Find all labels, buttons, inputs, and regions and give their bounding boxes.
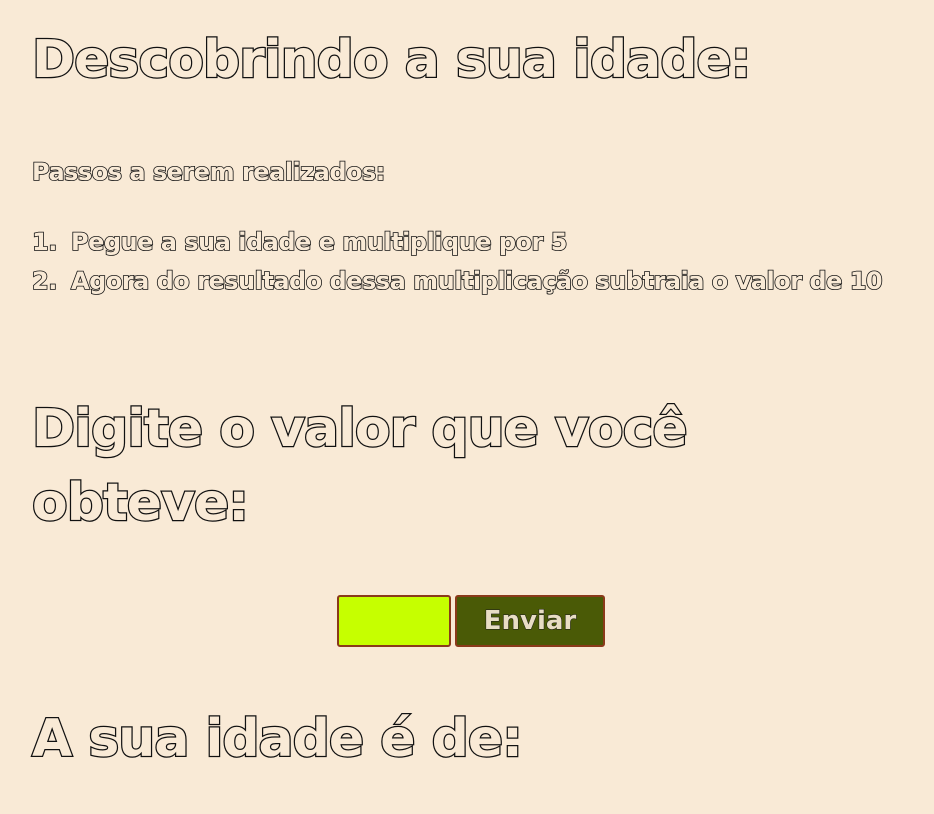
step-text: Agora do resultado dessa multiplicação s…: [70, 266, 883, 296]
steps-list: 1. Pegue a sua idade e multiplique por 5…: [31, 223, 932, 301]
step-text: Pegue a sua idade e multiplique por 5: [70, 227, 568, 257]
value-form: Enviar: [337, 595, 605, 647]
step-number: 1.: [31, 227, 58, 257]
result-heading: A sua idade é de:: [31, 708, 524, 771]
prompt-heading: Digite o valor que você obteve:: [31, 398, 689, 535]
steps-heading: Passos a serem realizados:: [31, 157, 386, 187]
step-item: 2. Agora do resultado dessa multiplicaçã…: [31, 262, 932, 301]
step-item: 1. Pegue a sua idade e multiplique por 5: [31, 223, 932, 262]
step-number: 2.: [31, 266, 58, 296]
value-input[interactable]: [337, 595, 451, 647]
send-button[interactable]: Enviar: [455, 595, 605, 647]
page-title: Descobrindo a sua idade:: [31, 29, 753, 92]
